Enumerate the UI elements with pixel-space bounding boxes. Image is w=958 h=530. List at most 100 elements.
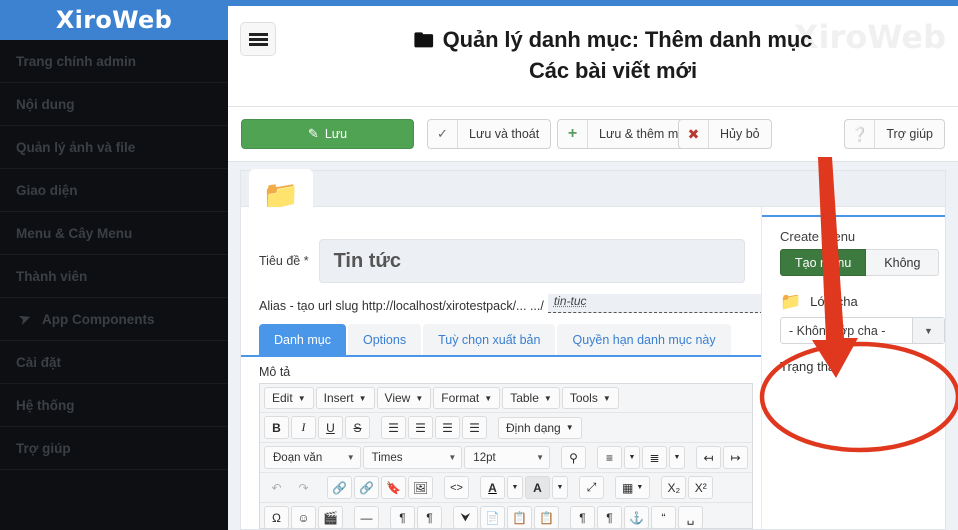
- editor-insert-row: ↶ ↷ 🔗 🔗 🔖 🖼 <> A ▼ A ▼ ⤢ ▦ ▼ X₂ X²: [260, 473, 752, 503]
- create-menu-no-button[interactable]: Không: [866, 249, 940, 276]
- anchor-icon[interactable]: ⚓: [624, 506, 649, 529]
- tab-2[interactable]: Tuỳ chọn xuất bản: [423, 324, 556, 355]
- tab-label: Tuỳ chọn xuất bản: [438, 332, 541, 347]
- underline-button[interactable]: U: [318, 416, 343, 439]
- editor-menu-format[interactable]: Format ▼: [433, 387, 501, 409]
- alias-input[interactable]: tin-tuc: [547, 294, 763, 313]
- bold-button[interactable]: B: [264, 416, 289, 439]
- tab-0[interactable]: Danh mục: [259, 324, 346, 355]
- text-color-icon[interactable]: A: [480, 476, 505, 499]
- tab-1[interactable]: Options: [347, 324, 422, 355]
- editor-menu-edit[interactable]: Edit ▼: [264, 387, 314, 409]
- tab-label: Quyền hạn danh mục này: [572, 332, 716, 347]
- page-header: XiroWeb 🖿 Quản lý danh mục: Thêm danh mục…: [228, 6, 958, 107]
- sidebar-item-8[interactable]: Hệ thống: [0, 384, 228, 427]
- special-character-icon[interactable]: Ω: [264, 506, 289, 529]
- indent-icon[interactable]: ↦: [723, 446, 748, 469]
- rtl-icon[interactable]: ¶: [417, 506, 442, 529]
- save-button[interactable]: ✎ Lưu: [241, 119, 414, 149]
- editor-menu-label: View: [384, 391, 411, 405]
- alias-field-row: Alias - tạo url slug http://localhost/xi…: [259, 291, 763, 313]
- sidebar-item-9[interactable]: Trợ giúp: [0, 427, 228, 470]
- emoticon-icon[interactable]: ☺: [291, 506, 316, 529]
- subscript-icon[interactable]: X₂: [661, 476, 687, 499]
- table-icon[interactable]: ▦ ▼: [615, 476, 651, 499]
- media-icon[interactable]: 🎬: [318, 506, 343, 529]
- paste-word-icon[interactable]: 📋: [534, 506, 559, 529]
- image-icon[interactable]: 🖼: [408, 476, 433, 499]
- sidebar-item-0[interactable]: Trang chính admin: [0, 40, 228, 83]
- superscript-icon[interactable]: X²: [688, 476, 714, 499]
- tab-underline: [241, 355, 761, 357]
- create-menu-yes-button[interactable]: Tạo menu: [780, 249, 867, 276]
- strikethrough-button[interactable]: S: [345, 416, 370, 439]
- bullet-list-dropdown-icon[interactable]: ▼: [624, 446, 640, 469]
- sidebar-item-7[interactable]: Cài đặt: [0, 341, 228, 384]
- align-center-icon[interactable]: ☰: [408, 416, 433, 439]
- font-family-select[interactable]: Times ▼: [362, 446, 463, 469]
- align-justify-icon[interactable]: ☰: [462, 416, 487, 439]
- sidebar-item-4[interactable]: Menu & Cây Menu: [0, 212, 228, 255]
- help-button[interactable]: ❔ Trợ giúp: [844, 119, 945, 149]
- sidebar-item-label: Quản lý ảnh và file: [16, 139, 136, 155]
- title-input[interactable]: Tin tức: [318, 239, 745, 283]
- sidebar-item-5[interactable]: Thành viên: [0, 255, 228, 298]
- editor-extra-row: Ω ☺ 🎬 — ¶ ¶ ⮟ 📄 📋 📋 ¶ ¶ ⚓ “ ␣: [260, 503, 752, 530]
- horizontal-rule-icon[interactable]: —: [354, 506, 379, 529]
- sidebar-item-2[interactable]: Quản lý ảnh và file: [0, 126, 228, 169]
- paragraph-alt-icon[interactable]: ¶: [597, 506, 622, 529]
- sidebar-item-label: Nội dung: [16, 96, 75, 112]
- unlink-icon[interactable]: 🔗: [354, 476, 379, 499]
- template-icon[interactable]: ⮟: [453, 506, 478, 529]
- ltr-icon[interactable]: ¶: [390, 506, 415, 529]
- sidebar: XiroWeb Trang chính admin Nội dung Quản lý…: [0, 0, 228, 530]
- blockquote-icon[interactable]: “: [651, 506, 676, 529]
- redo-icon[interactable]: ↷: [291, 476, 316, 499]
- parent-category-select[interactable]: - Không lớp cha - ▼: [780, 317, 945, 344]
- form-tabs: Danh mục Options Tuỳ chọn xuất bản Quyền hạ…: [259, 324, 761, 355]
- chevron-down-icon: ▼: [346, 453, 355, 462]
- tab-3[interactable]: Quyền hạn danh mục này: [557, 324, 731, 355]
- sidebar-item-1[interactable]: Nội dung: [0, 83, 228, 126]
- paste-icon[interactable]: 📄: [480, 506, 505, 529]
- background-color-dropdown-icon[interactable]: ▼: [552, 476, 568, 499]
- editor-menu-insert[interactable]: Insert ▼: [315, 387, 375, 409]
- form-card: 📁 Tiêu đề * Tin tức Alias - tạo url slug…: [240, 169, 946, 530]
- font-size-select[interactable]: 12pt ▼: [464, 446, 550, 469]
- editor-menu-tools[interactable]: Tools ▼: [561, 387, 619, 409]
- fullscreen-icon[interactable]: ⤢: [579, 476, 604, 499]
- italic-button[interactable]: I: [291, 416, 316, 439]
- chevron-down-icon: ▼: [484, 393, 493, 403]
- numbered-list-dropdown-icon[interactable]: ▼: [669, 446, 685, 469]
- save-and-close-button[interactable]: ✓ Lưu và thoát: [427, 119, 552, 149]
- visual-chars-icon[interactable]: ␣: [678, 506, 703, 529]
- background-color-icon[interactable]: A: [525, 476, 550, 499]
- description-label: Mô tả: [259, 365, 291, 379]
- editor-menu-view[interactable]: View ▼: [376, 387, 432, 409]
- anchor-bookmark-icon[interactable]: 🔖: [381, 476, 406, 499]
- hamburger-icon[interactable]: [240, 22, 276, 56]
- undo-icon[interactable]: ↶: [264, 476, 289, 499]
- styles-dropdown[interactable]: Định dạng ▼: [498, 416, 582, 439]
- search-replace-icon[interactable]: ⚲: [561, 446, 586, 469]
- outdent-icon[interactable]: ↤: [696, 446, 721, 469]
- text-color-dropdown-icon[interactable]: ▼: [507, 476, 523, 499]
- paragraph-icon[interactable]: ¶: [570, 506, 595, 529]
- numbered-list-icon[interactable]: ≣: [642, 446, 667, 469]
- status-label: Trạng thái: [780, 359, 839, 374]
- link-icon[interactable]: 🔗: [327, 476, 352, 499]
- bullet-list-icon[interactable]: ≡: [597, 446, 622, 469]
- paste-text-icon[interactable]: 📋: [507, 506, 532, 529]
- help-label: Trợ giúp: [886, 127, 933, 141]
- plus-icon: +: [558, 120, 588, 148]
- block-format-select[interactable]: Đoạn văn ▼: [264, 446, 361, 469]
- align-right-icon[interactable]: ☰: [435, 416, 460, 439]
- save-button-label: Lưu: [324, 127, 348, 141]
- sidebar-item-3[interactable]: Giao diện: [0, 169, 228, 212]
- align-left-icon[interactable]: ☰: [381, 416, 406, 439]
- source-code-icon[interactable]: <>: [444, 476, 469, 499]
- editor-menu-table[interactable]: Table ▼: [502, 387, 560, 409]
- sidebar-item-6[interactable]: ➤ App Components: [0, 298, 228, 341]
- cancel-button[interactable]: ✖ Hủy bỏ: [678, 119, 772, 149]
- sidebar-item-label: Cài đặt: [16, 354, 62, 370]
